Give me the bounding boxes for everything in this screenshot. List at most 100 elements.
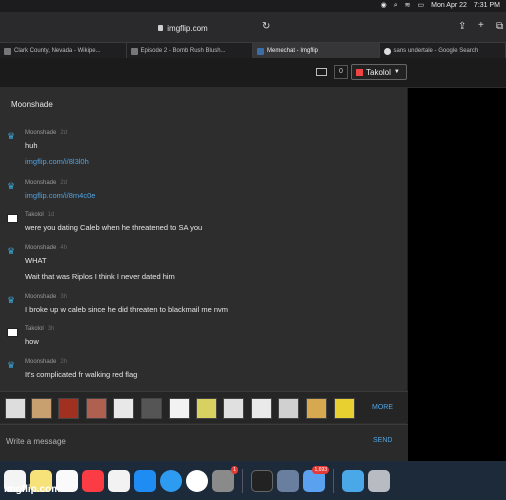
- trash-icon[interactable]: [368, 469, 390, 492]
- message-text: It's complicated fr walking red flag: [25, 370, 138, 379]
- crown-avatar-icon: ♛: [7, 246, 16, 256]
- chat-message: ♛ Moonshade 2d imgflip.com/i/8m4c0e: [7, 180, 402, 200]
- message-link[interactable]: imgflip.com/i/8l3l0h: [25, 157, 89, 166]
- meme-picker: MORE: [0, 391, 408, 423]
- new-tab-icon[interactable]: +: [478, 21, 484, 31]
- meme-thumbnail[interactable]: [196, 398, 217, 419]
- reload-icon[interactable]: ↻: [262, 22, 270, 32]
- notification-count[interactable]: 0: [334, 65, 348, 79]
- site-header: 0 Takolol ▼: [0, 58, 506, 88]
- meme-thumbnail[interactable]: [169, 398, 190, 419]
- chat-message: ♛ Moonshade 3h I broke up w caleb since h…: [7, 294, 402, 314]
- chat-message: ♛ Moonshade 2h It's complicated fr walkin…: [7, 359, 402, 379]
- dock-separator: [242, 468, 243, 493]
- message-link[interactable]: imgflip.com/i/8m4c0e: [25, 191, 95, 200]
- tab-bomb-rush[interactable]: Episode 2 - Bomb Rush Blush...: [127, 43, 253, 59]
- meme-thumbnail[interactable]: [278, 398, 299, 419]
- message-time: 3h: [60, 294, 68, 300]
- news-icon[interactable]: [108, 469, 130, 492]
- google-icon: [383, 47, 391, 55]
- meme-thumbnail[interactable]: [86, 398, 107, 419]
- username: Takolol: [366, 67, 391, 77]
- mail-icon[interactable]: [316, 68, 327, 76]
- mail-badge: 1,693: [312, 465, 329, 474]
- meme-thumbnail[interactable]: [223, 398, 244, 419]
- message-time: 1d: [47, 212, 55, 218]
- preview-icon[interactable]: [277, 469, 299, 492]
- wikipedia-icon: [4, 47, 11, 55]
- tab-memechat[interactable]: Memechat - Imgflip: [253, 43, 380, 59]
- message-text: I broke up w caleb since he did threaten…: [25, 305, 229, 314]
- message-text: Wait that was Riplos I think I never dat…: [25, 272, 175, 281]
- system-settings-icon[interactable]: 1: [212, 465, 238, 492]
- downloads-folder-icon[interactable]: [342, 469, 364, 492]
- meme-thumbnail[interactable]: [58, 398, 79, 419]
- site-icon: [130, 47, 138, 55]
- menubar-date: Mon Apr 22: [431, 2, 467, 9]
- safari-icon[interactable]: [160, 469, 182, 492]
- search-icon[interactable]: ⌕: [394, 0, 398, 12]
- message-text: how: [25, 337, 39, 346]
- meme-thumbnail[interactable]: [113, 398, 134, 419]
- sender-name: Moonshade: [25, 130, 57, 136]
- crown-avatar-icon: ♛: [7, 295, 16, 305]
- meme-thumbnail[interactable]: [306, 398, 327, 419]
- lock-icon: [158, 25, 164, 31]
- sender-name: Takolol: [25, 326, 44, 332]
- more-memes-button[interactable]: MORE: [372, 404, 393, 411]
- tab-clark-county[interactable]: Clark County, Nevada - Wikipe...: [0, 43, 127, 59]
- app-store-badge: 1: [231, 465, 238, 474]
- imgflip-watermark: imgflip.com: [4, 484, 61, 495]
- message-time: 3h: [47, 326, 55, 332]
- message-time: 2d: [60, 130, 68, 136]
- message-time: 2h: [60, 359, 68, 365]
- message-input[interactable]: [0, 431, 360, 451]
- user-avatar-icon: [7, 214, 18, 223]
- wifi-icon[interactable]: ≋: [405, 0, 411, 12]
- user-avatar-icon: [7, 328, 18, 337]
- browser-toolbar: imgflip.com ↻ ⇪ + ⧉: [0, 12, 506, 42]
- meme-thumbnail[interactable]: [31, 398, 52, 419]
- dock-separator: [333, 468, 334, 493]
- message-time: 4h: [60, 245, 68, 251]
- message-text: huh: [25, 141, 38, 150]
- terminal-icon[interactable]: [251, 469, 273, 492]
- avatar: [356, 68, 363, 76]
- chat-message: Takolol 3h how: [7, 326, 402, 346]
- meme-thumbnail[interactable]: [251, 398, 272, 419]
- crown-avatar-icon: ♛: [7, 181, 16, 191]
- sender-name: Moonshade: [25, 294, 57, 300]
- user-menu-button[interactable]: Takolol ▼: [351, 64, 407, 80]
- meme-thumbnail[interactable]: [334, 398, 355, 419]
- chat-message: ♛ Moonshade 2d huh imgflip.com/i/8l3l0h: [7, 130, 402, 166]
- chat-message: Takolol 1d were you dating Caleb when he …: [7, 212, 402, 232]
- meme-thumbnail[interactable]: [5, 398, 26, 419]
- app-store-icon[interactable]: [134, 469, 156, 492]
- url-text: imgflip.com: [167, 23, 208, 33]
- dock: 1 1,693: [0, 461, 506, 500]
- chrome-icon[interactable]: [186, 469, 208, 492]
- sender-name: Takolol: [25, 212, 44, 218]
- tab-google-search[interactable]: sans undertale - Google Search: [380, 43, 506, 59]
- crown-avatar-icon: ♛: [7, 131, 16, 141]
- sender-name: Moonshade: [25, 245, 57, 251]
- battery-icon[interactable]: ▭: [417, 0, 424, 12]
- control-center-icon[interactable]: ◉: [381, 0, 387, 12]
- music-icon[interactable]: [82, 469, 104, 492]
- sender-name: Moonshade: [25, 359, 57, 365]
- chat-message: ♛ Moonshade 4h WHAT Wait that was Riplos …: [7, 245, 402, 281]
- message-text: WHAT: [25, 256, 47, 265]
- tab-overview-icon[interactable]: ⧉: [496, 22, 503, 32]
- chat-title: Moonshade: [11, 100, 53, 109]
- menu-bar: ◉ ⌕ ≋ ▭ Mon Apr 22 7:31 PM: [0, 0, 506, 12]
- message-time: 2d: [60, 180, 68, 186]
- chevron-down-icon: ▼: [393, 69, 400, 75]
- meme-thumbnail[interactable]: [141, 398, 162, 419]
- mail-icon[interactable]: 1,693: [303, 465, 329, 492]
- crown-avatar-icon: ♛: [7, 360, 16, 370]
- imgflip-icon: [257, 47, 264, 55]
- sender-name: Moonshade: [25, 180, 57, 186]
- share-icon[interactable]: ⇪: [458, 22, 466, 32]
- send-button[interactable]: SEND: [373, 437, 392, 444]
- address-bar[interactable]: imgflip.com: [80, 20, 286, 36]
